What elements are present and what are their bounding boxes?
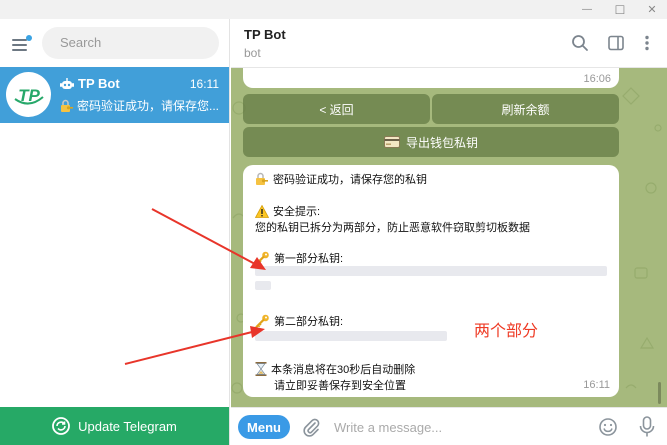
chat-header-status: bot	[244, 46, 261, 60]
part2-label-line: 第二部分私钥:	[255, 313, 343, 329]
export-private-key-button[interactable]: 导出钱包私钥	[243, 127, 619, 157]
bot-menu-button[interactable]: Menu	[238, 415, 290, 439]
refresh-balance-label: 刷新余额	[501, 102, 550, 117]
microphone-icon[interactable]	[637, 416, 657, 438]
key-icon	[255, 314, 269, 328]
attach-icon[interactable]	[301, 417, 321, 437]
tp-logo-icon: TP	[9, 75, 48, 114]
maximize-button[interactable]: ☐	[608, 0, 632, 19]
bot-icon	[60, 77, 74, 89]
chat-title-label: TP Bot	[78, 76, 120, 91]
verify-text: 密码验证成功，请保存您的私钥	[273, 174, 427, 186]
minimize-button[interactable]: —	[575, 0, 599, 19]
auto-delete-text: 本条消息将在30秒后自动删除	[271, 364, 416, 376]
save-hint: 请立即妥善保存到安全位置	[274, 380, 406, 392]
annotation-label: 两个部分	[474, 323, 539, 340]
chat-header[interactable]: TP Bot bot	[231, 19, 667, 68]
message-bubble[interactable]: 密码验证成功，请保存您的私钥 安全提示: 您的私钥已拆分为两部分，防止恶意软件窃…	[243, 165, 619, 397]
security-body: 您的私钥已拆分为两部分，防止恶意软件窃取剪切板数据	[255, 222, 530, 234]
previous-message-bubble: 16:06	[243, 68, 619, 88]
notification-dot	[26, 35, 32, 41]
message-area[interactable]: 16:06 < 返回 刷新余额 导出钱包私钥 密码验证成功，请保存您的私钥 安全…	[231, 68, 667, 407]
verify-line: 密码验证成功，请保存您的私钥	[255, 171, 427, 187]
composer: Menu	[231, 407, 667, 445]
part2-label: 第二部分私钥:	[274, 316, 344, 328]
auto-delete-line: 本条消息将在30秒后自动删除	[255, 361, 415, 377]
back-button[interactable]: < 返回	[243, 94, 430, 124]
export-private-key-label: 导出钱包私钥	[405, 135, 478, 150]
search-icon[interactable]	[570, 33, 590, 53]
sidebar: TP TP Bot 16:11 密码验证成功，请保存您...	[0, 19, 230, 445]
chat-title: TP Bot	[60, 76, 120, 91]
private-key-part1-redacted	[255, 266, 607, 276]
minimize-icon: —	[582, 4, 592, 15]
chat-time: 16:11	[189, 77, 219, 91]
back-label: < 返回	[319, 102, 354, 117]
update-label: Update Telegram	[78, 418, 177, 434]
chat-preview-text: 密码验证成功，请保存您...	[77, 99, 220, 113]
sidebar-toggle-icon[interactable]	[606, 33, 626, 53]
bot-menu-label: Menu	[247, 419, 281, 435]
chat-header-title: TP Bot	[244, 27, 286, 42]
avatar: TP	[6, 72, 51, 117]
lock-with-key-icon	[256, 172, 268, 185]
message-time: 16:11	[583, 379, 610, 391]
more-options-icon[interactable]	[637, 33, 657, 53]
search-box[interactable]	[42, 27, 219, 59]
maximize-icon: ☐	[614, 2, 626, 17]
security-title: 安全提示:	[273, 206, 321, 218]
credit-card-icon	[383, 136, 400, 148]
emoji-icon[interactable]	[598, 417, 618, 437]
hourglass-icon	[255, 362, 267, 376]
close-button[interactable]: ✕	[640, 0, 664, 19]
main-menu-button[interactable]	[10, 35, 32, 53]
message-input[interactable]	[334, 417, 584, 437]
search-input[interactable]	[60, 35, 210, 50]
key-icon	[255, 251, 269, 265]
lock-with-key-icon	[61, 99, 73, 112]
window-title-bar: — ☐ ✕	[0, 0, 667, 19]
chat-preview: 密码验证成功，请保存您...	[60, 97, 219, 114]
update-icon	[52, 417, 71, 435]
message-time: 16:06	[583, 73, 611, 85]
private-key-part1-redacted-tail	[255, 281, 271, 290]
security-title-line: 安全提示:	[255, 203, 320, 219]
hamburger-icon	[12, 39, 27, 41]
part1-label-line: 第一部分私钥:	[255, 250, 343, 266]
scrollbar[interactable]	[658, 382, 661, 404]
warning-icon	[255, 204, 269, 218]
private-key-part2-redacted	[255, 331, 447, 341]
chat-list-item[interactable]: TP TP Bot 16:11 密码验证成功，请保存您...	[0, 67, 229, 123]
update-telegram-button[interactable]: Update Telegram	[0, 407, 229, 445]
close-icon: ✕	[647, 4, 657, 16]
part1-label: 第一部分私钥:	[274, 253, 344, 265]
refresh-balance-button[interactable]: 刷新余额	[432, 94, 619, 124]
